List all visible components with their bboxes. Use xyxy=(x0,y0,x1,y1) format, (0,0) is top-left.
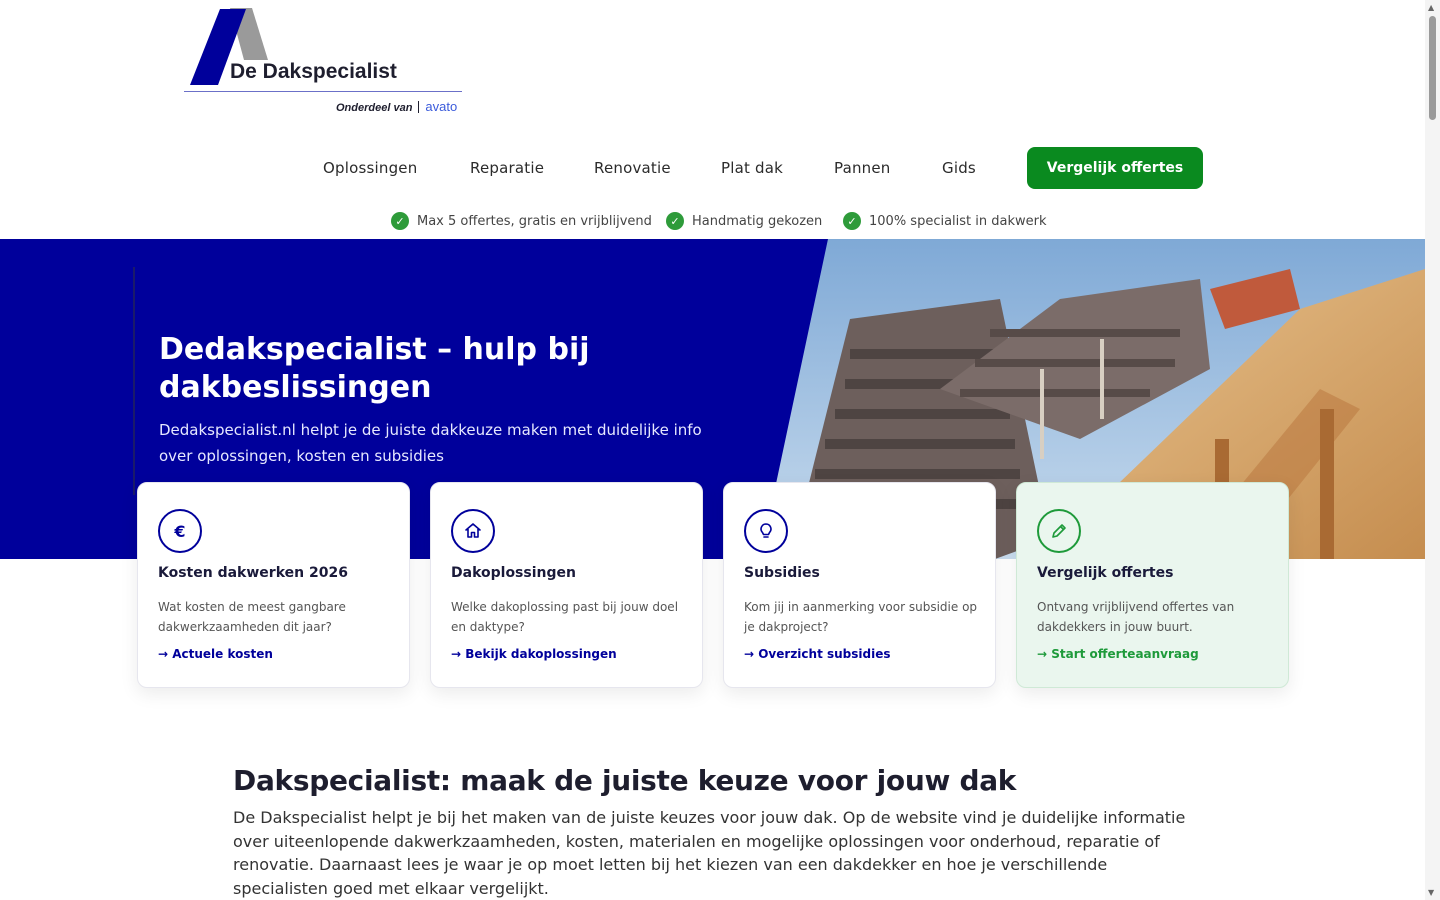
check-icon: ✓ xyxy=(666,212,684,230)
usp-label: Max 5 offertes, gratis en vrijblijvend xyxy=(417,213,652,229)
card-link[interactable]: → Start offerteaanvraag xyxy=(1037,647,1199,661)
card-description: Welke dakoplossing past bij jouw doel en… xyxy=(451,600,679,634)
logo-sub-prefix: Onderdeel van xyxy=(336,102,413,114)
avato-logo: avato xyxy=(425,99,458,114)
card-description: Kom jij in aanmerking voor subsidie op j… xyxy=(744,600,978,634)
hero-title: Dedakspecialist – hulp bij dakbeslissing… xyxy=(159,332,590,405)
content-title: Dakspecialist: maak de juiste keuze voor… xyxy=(233,764,1017,797)
card-kosten[interactable]: € Kosten dakwerken 2026 Wat kosten de me… xyxy=(137,482,410,688)
page-scrollbar[interactable]: ▲ ▼ xyxy=(1425,0,1440,900)
lightbulb-icon xyxy=(744,509,788,553)
usp-label: 100% specialist in dakwerk xyxy=(869,213,1047,229)
nav-item-plat-dak[interactable]: Plat dak xyxy=(721,159,783,177)
nav-item-renovatie[interactable]: Renovatie xyxy=(594,159,671,177)
check-icon: ✓ xyxy=(843,212,861,230)
nav-item-gids[interactable]: Gids xyxy=(942,159,976,177)
hero-accent-line xyxy=(133,267,135,495)
card-subsidies[interactable]: Subsidies Kom jij in aanmerking voor sub… xyxy=(723,482,996,688)
nav-item-reparatie[interactable]: Reparatie xyxy=(470,159,544,177)
pencil-icon xyxy=(1037,509,1081,553)
logo-subline: Onderdeel van avato xyxy=(336,99,457,114)
card-dakoplossingen[interactable]: Dakoplossingen Welke dakoplossing past b… xyxy=(430,482,703,688)
card-title: Kosten dakwerken 2026 xyxy=(158,565,348,581)
content-body: De Dakspecialist helpt je bij het maken … xyxy=(233,808,1186,898)
hero-description: Dedakspecialist.nl helpt je de juiste da… xyxy=(159,421,702,465)
usp-label: Handmatig gekozen xyxy=(692,213,823,229)
nav-item-oplossingen[interactable]: Oplossingen xyxy=(323,159,417,177)
logo-sub-divider xyxy=(418,101,420,113)
lightbulb-icon-glyph xyxy=(760,523,772,538)
house-icon xyxy=(451,509,495,553)
pencil-icon-glyph xyxy=(1052,524,1066,538)
card-title: Vergelijk offertes xyxy=(1037,565,1174,581)
usp-item: ✓ 100% specialist in dakwerk xyxy=(843,212,1047,230)
card-title: Subsidies xyxy=(744,565,820,581)
card-offertes[interactable]: Vergelijk offertes Ontvang vrijblijvend … xyxy=(1016,482,1289,688)
check-icon: ✓ xyxy=(391,212,409,230)
nav-item-pannen[interactable]: Pannen xyxy=(834,159,891,177)
scroll-up-icon[interactable]: ▲ xyxy=(1428,3,1434,12)
usp-item: ✓ Handmatig gekozen xyxy=(666,212,822,230)
usp-bar: ✓ Max 5 offertes, gratis en vrijblijvend… xyxy=(0,212,1440,232)
card-title: Dakoplossingen xyxy=(451,565,576,581)
card-description: Ontvang vrijblijvend offertes van dakdek… xyxy=(1037,600,1235,634)
main-nav: Oplossingen Reparatie Renovatie Plat dak… xyxy=(0,147,1440,189)
logo-brand-text: De Dakspecialist xyxy=(230,60,397,83)
scroll-thumb[interactable] xyxy=(1429,16,1436,120)
card-link[interactable]: → Bekijk dakoplossingen xyxy=(451,647,617,661)
card-link[interactable]: → Actuele kosten xyxy=(158,647,273,661)
house-icon-glyph xyxy=(465,523,481,538)
card-link[interactable]: → Overzicht subsidies xyxy=(744,647,891,661)
logo-divider xyxy=(184,91,462,92)
card-description: Wat kosten de meest gangbare dakwerkzaam… xyxy=(158,600,346,634)
scroll-down-icon[interactable]: ▼ xyxy=(1428,888,1434,897)
compare-quotes-button[interactable]: Vergelijk offertes xyxy=(1027,147,1203,189)
euro-icon: € xyxy=(158,509,202,553)
site-logo[interactable]: De Dakspecialist Onderdeel van avato xyxy=(184,8,466,120)
usp-item: ✓ Max 5 offertes, gratis en vrijblijvend xyxy=(391,212,652,230)
